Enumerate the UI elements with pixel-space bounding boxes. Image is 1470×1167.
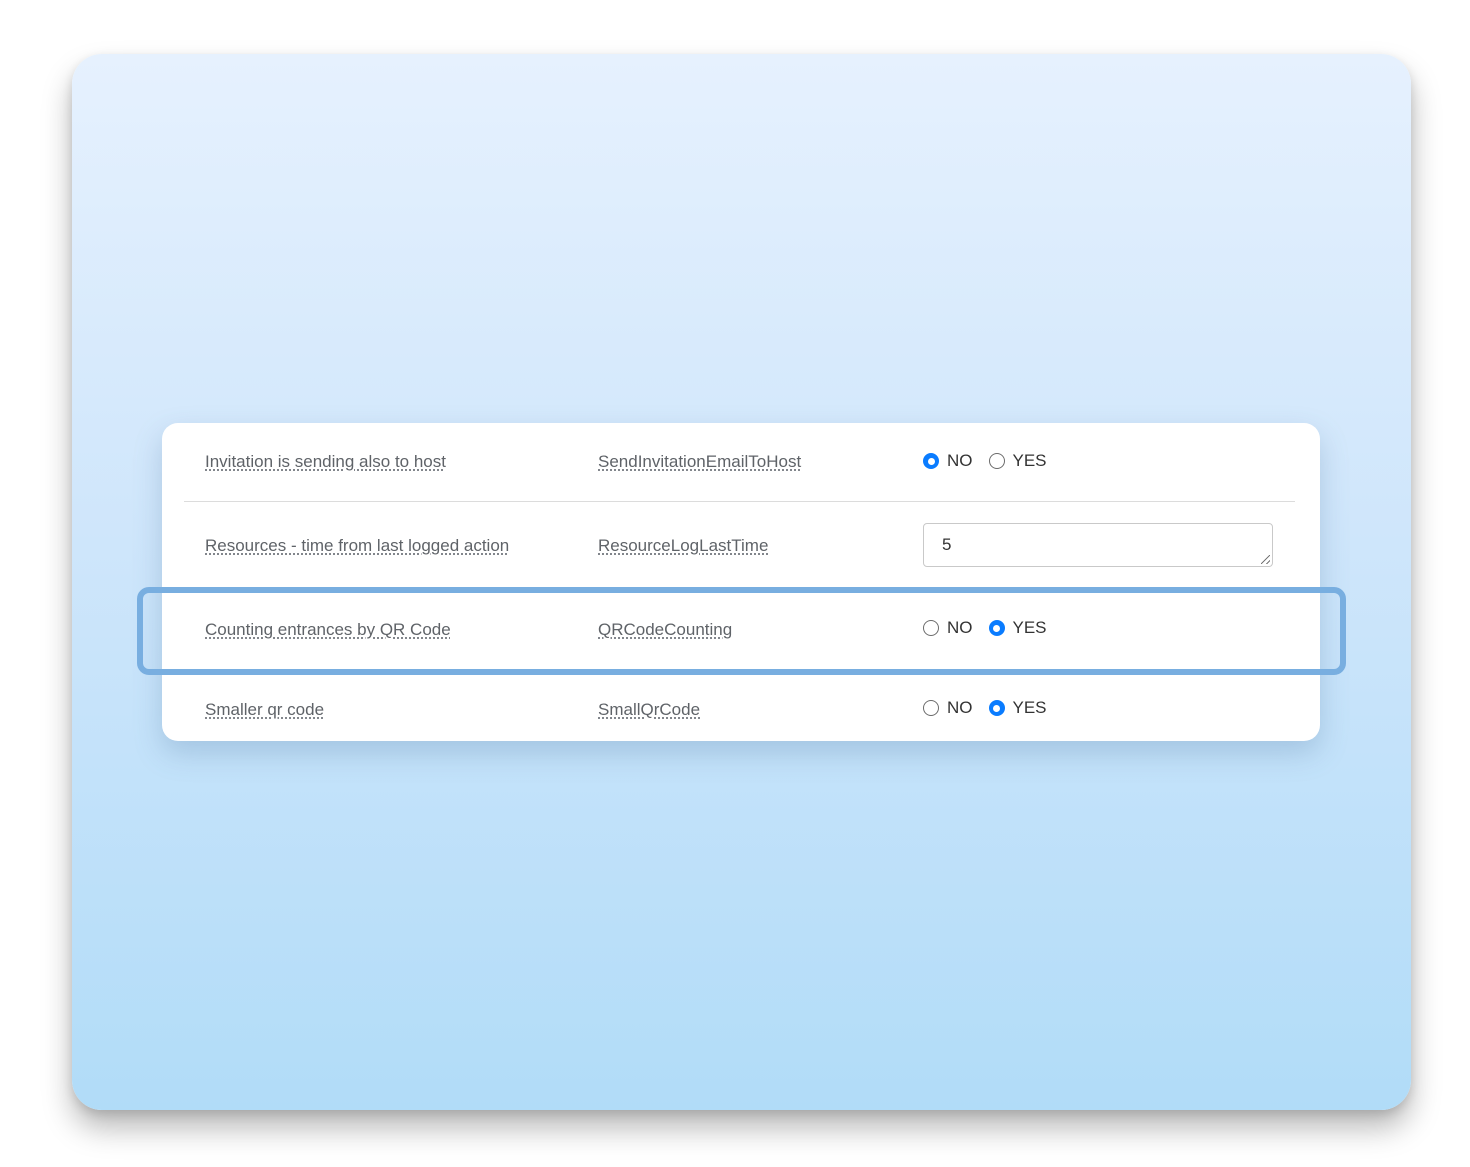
setting-label[interactable]: Invitation is sending also to host (205, 452, 446, 472)
setting-label[interactable]: Smaller qr code (205, 700, 324, 720)
resize-handle-icon[interactable] (1261, 555, 1270, 564)
settings-card: Invitation is sending also to host SendI… (162, 423, 1320, 741)
radio-no[interactable] (923, 453, 939, 469)
setting-row-small-qr: Smaller qr code SmallQrCode NO YES (162, 673, 1320, 741)
radio-no-label: NO (947, 698, 973, 717)
radio-group-send-invitation: NO YES (923, 451, 1047, 471)
radio-yes-label: YES (1012, 698, 1047, 717)
setting-key[interactable]: ResourceLogLastTime (598, 536, 768, 556)
radio-yes[interactable] (988, 453, 1005, 469)
radio-no[interactable] (923, 700, 939, 716)
setting-key[interactable]: SendInvitationEmailToHost (598, 452, 801, 472)
resource-log-time-input[interactable]: 5 (923, 523, 1273, 567)
radio-no-label: NO (947, 451, 973, 470)
radio-group-small-qr: NO YES (923, 698, 1047, 718)
setting-label[interactable]: Resources - time from last logged action (205, 536, 509, 556)
setting-key[interactable]: SmallQrCode (598, 700, 700, 720)
input-value: 5 (942, 535, 952, 554)
highlight-frame (137, 587, 1346, 675)
radio-yes[interactable] (988, 700, 1005, 716)
radio-yes-label: YES (1012, 451, 1047, 470)
setting-row-send-invitation: Invitation is sending also to host SendI… (162, 423, 1320, 501)
